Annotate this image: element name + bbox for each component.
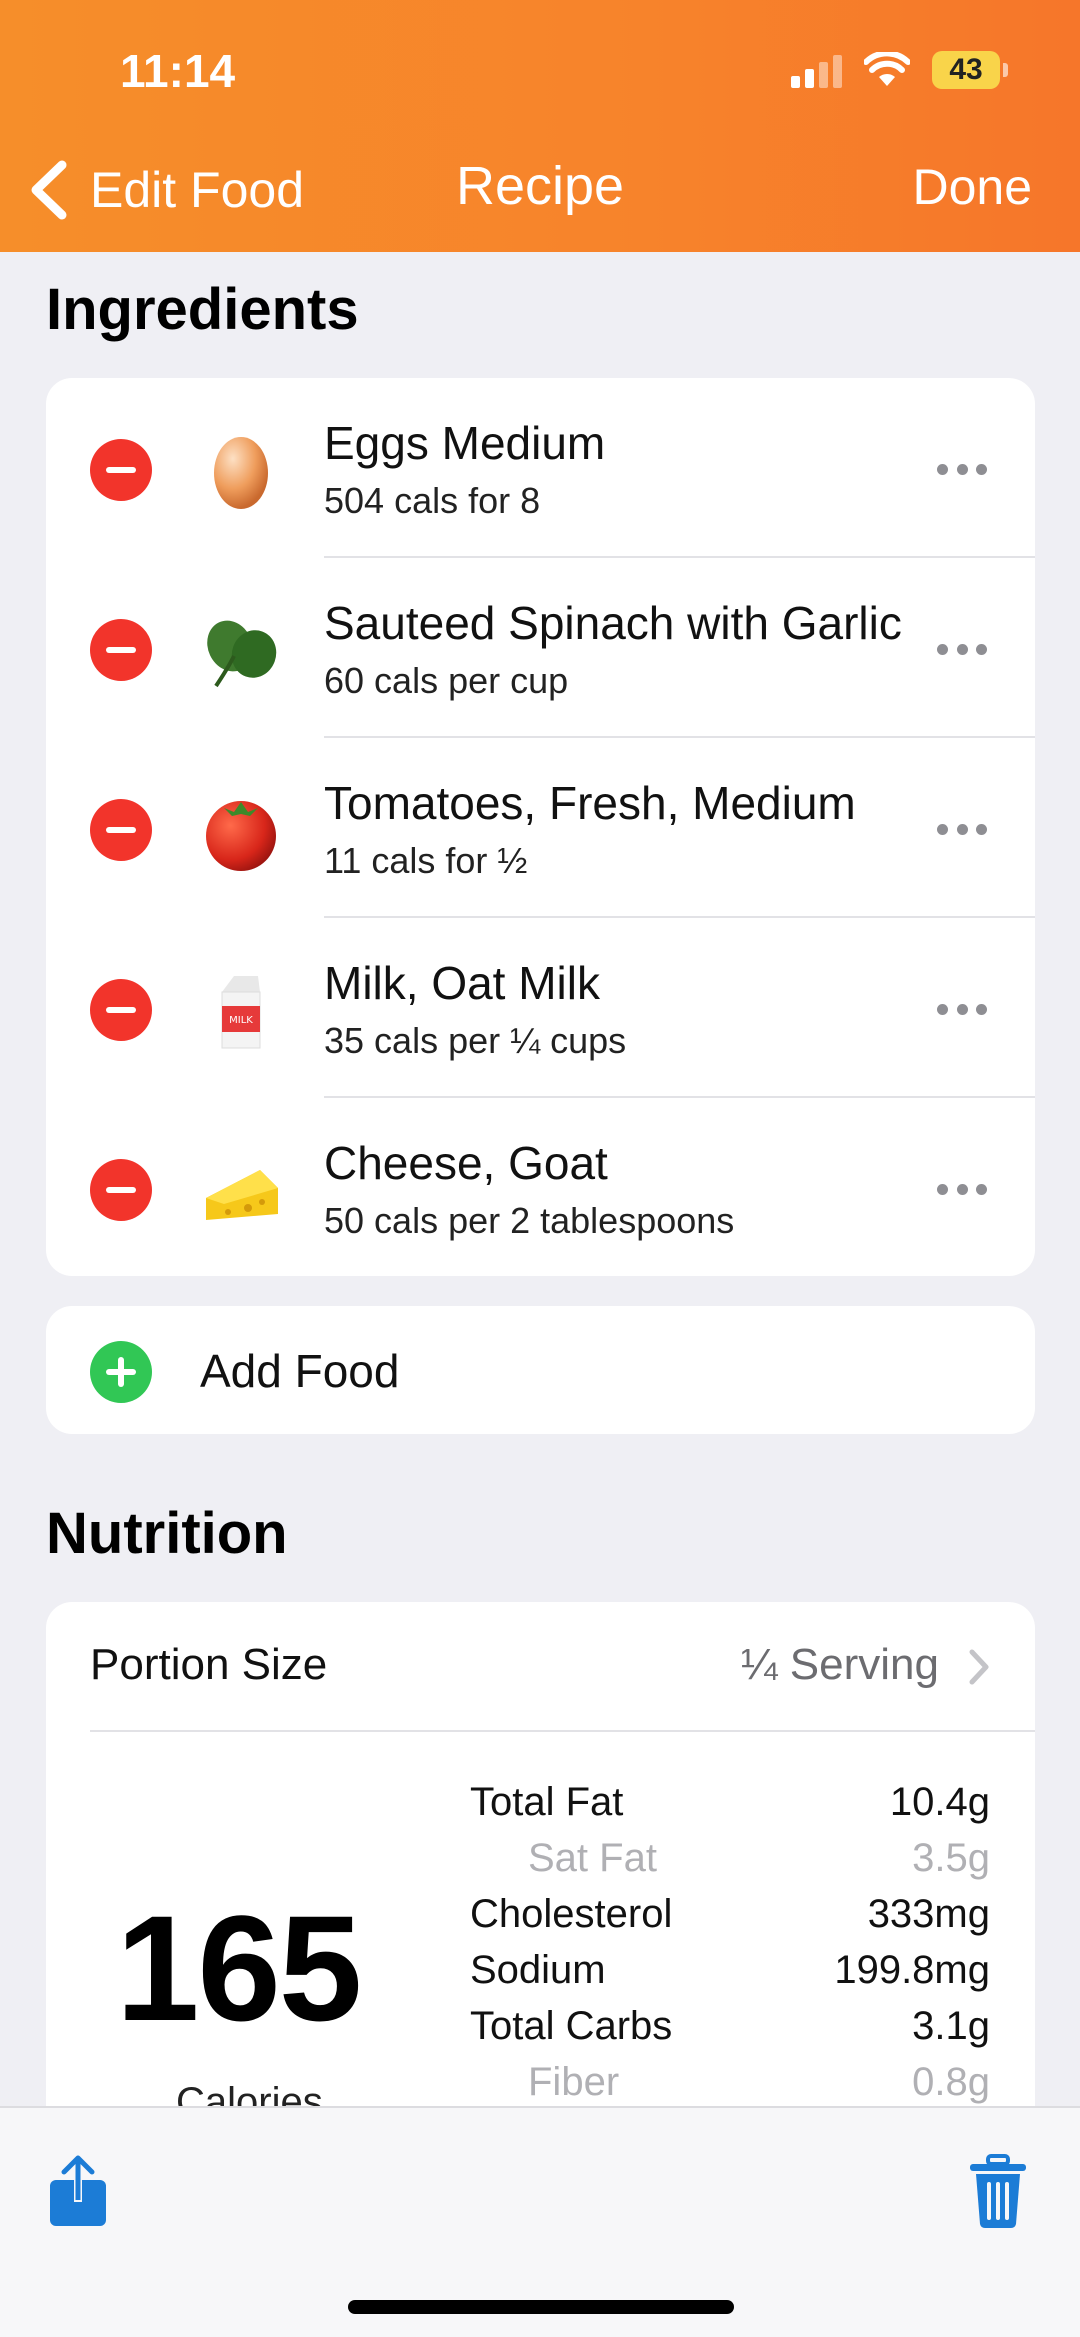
nutrient-label: Total Fat (470, 1780, 624, 1824)
status-icons: 43 (791, 46, 1008, 94)
spinach-icon (207, 620, 277, 688)
nutrient-row: Sat Fat 3.5g (470, 1836, 990, 1892)
more-options-button[interactable] (937, 824, 987, 838)
header-bar: 11:14 43 Edit Food Recipe Done (0, 0, 1080, 252)
more-options-button[interactable] (937, 644, 987, 658)
share-icon[interactable] (46, 2152, 110, 2230)
egg-icon (214, 437, 268, 509)
nutrient-row: Sodium 199.8mg (470, 1948, 990, 2004)
remove-ingredient-button[interactable] (90, 619, 152, 681)
portion-size-value: ¼ Serving (740, 1640, 939, 1689)
add-food-label: Add Food (200, 1345, 400, 1397)
ingredient-calories: 504 cals for 8 (324, 480, 541, 521)
ingredient-row[interactable]: Sauteed Spinach with Garlic 60 cals per … (46, 558, 1035, 738)
more-options-button[interactable] (937, 1004, 987, 1018)
add-icon[interactable] (90, 1341, 152, 1403)
ingredient-row[interactable]: Cheese, Goat 50 cals per 2 tablespoons (46, 1098, 1035, 1276)
ingredient-name: Eggs Medium (324, 417, 606, 469)
ingredient-calories: 60 cals per cup (324, 660, 569, 701)
ingredients-list: Eggs Medium 504 cals for 8 Sauteed Spina… (46, 378, 1035, 1276)
home-indicator[interactable] (348, 2300, 734, 2314)
nutrient-value: 199.8mg (834, 1948, 990, 1992)
milk-carton-icon: MILK (221, 976, 261, 1049)
remove-ingredient-button[interactable] (90, 439, 152, 501)
svg-text:MILK: MILK (229, 1015, 253, 1026)
nutrient-label: Sodium (470, 1948, 606, 1992)
portion-size-label: Portion Size (90, 1640, 328, 1689)
nutrient-value: 0.8g (912, 2060, 990, 2104)
nutrient-label: Cholesterol (470, 1892, 673, 1936)
nutrient-label: Total Carbs (470, 2004, 673, 2048)
wifi-icon (864, 52, 910, 86)
remove-ingredient-button[interactable] (90, 979, 152, 1041)
remove-ingredient-button[interactable] (90, 799, 152, 861)
battery-level: 43 (932, 51, 1000, 89)
portion-size-row[interactable]: Portion Size ¼ Serving (46, 1602, 1035, 1730)
trash-icon[interactable] (966, 2152, 1030, 2230)
add-food-row[interactable]: Add Food (46, 1306, 1035, 1434)
ingredient-row[interactable]: MILK Milk, Oat Milk 35 cals per ¼ cups (46, 918, 1035, 1098)
ingredient-name: Tomatoes, Fresh, Medium (324, 777, 856, 829)
chevron-right-icon (969, 1649, 989, 1685)
ingredient-calories: 11 cals for ½ (324, 840, 528, 881)
nutrient-row: Cholesterol 333mg (470, 1892, 990, 1948)
nutrient-label: Sat Fat (528, 1836, 657, 1880)
ingredient-row[interactable]: Tomatoes, Fresh, Medium 11 cals for ½ (46, 738, 1035, 918)
nutrient-value: 3.5g (912, 1836, 990, 1880)
done-button[interactable]: Done (912, 158, 1032, 216)
nutrient-label: Fiber (528, 2060, 620, 2104)
nutrient-value: 3.1g (912, 2004, 990, 2048)
remove-ingredient-button[interactable] (90, 1159, 152, 1221)
nutrient-value: 333mg (867, 1892, 990, 1936)
ingredient-calories: 35 cals per ¼ cups (324, 1020, 627, 1061)
ingredient-name: Cheese, Goat (324, 1137, 608, 1189)
more-options-button[interactable] (937, 464, 987, 478)
nutrition-card: Portion Size ¼ Serving 165 Calories Tota… (46, 1602, 1035, 2162)
ingredient-calories: 50 cals per 2 tablespoons (324, 1200, 735, 1241)
calories-value: 165 (116, 1884, 362, 2052)
ingredient-name: Milk, Oat Milk (324, 957, 600, 1009)
nutrition-heading: Nutrition (46, 1501, 288, 1566)
ingredients-heading: Ingredients (46, 277, 359, 342)
ingredient-row[interactable]: Eggs Medium 504 cals for 8 (46, 378, 1035, 558)
battery-icon: 43 (932, 51, 1008, 89)
cellular-signal-icon (791, 52, 842, 88)
nutrient-value: 10.4g (889, 1780, 990, 1824)
cheese-icon (206, 1170, 278, 1220)
nutrient-row: Total Fat 10.4g (470, 1780, 990, 1836)
nutrient-row: Total Carbs 3.1g (470, 2004, 990, 2060)
status-time: 11:14 (120, 45, 236, 97)
more-options-button[interactable] (937, 1184, 987, 1198)
ingredient-name: Sauteed Spinach with Garlic (324, 597, 902, 649)
tomato-icon (206, 801, 276, 871)
